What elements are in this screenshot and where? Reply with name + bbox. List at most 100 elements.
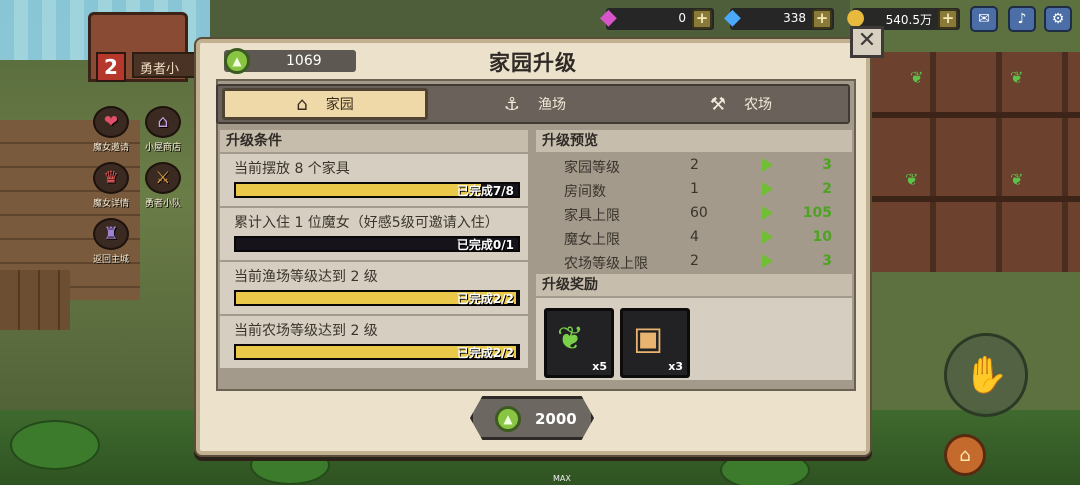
condition-text: 当前摆放 8 个家具 bbox=[234, 161, 350, 177]
condition-text: 当前渔场等级达到 2 级 bbox=[234, 269, 378, 285]
return-castle-button[interactable]: ♜ 返回主城 bbox=[88, 218, 134, 265]
settings-gear-icon[interactable]: ⚙ bbox=[1044, 6, 1072, 32]
sprout-icon: ❦ bbox=[905, 170, 919, 189]
sprout-seed-icon: ❦ bbox=[557, 319, 584, 357]
condition-progress-bar: 已完成0/1 bbox=[234, 236, 520, 252]
upgrade-point-icon: ▲ bbox=[495, 406, 521, 432]
cabin-shop-button[interactable]: ⌂ 小屋商店 bbox=[140, 106, 186, 153]
preview-current: 60 bbox=[690, 205, 708, 221]
blue-gem-add-button[interactable]: + bbox=[812, 9, 832, 29]
heart-letter-icon: ❤ bbox=[93, 106, 129, 138]
side-button-label: 勇者小队 bbox=[144, 199, 181, 209]
preview-row: 家具上限 60 105 bbox=[536, 202, 852, 226]
side-button-label: 返回主城 bbox=[92, 255, 129, 265]
castle-icon: ♜ bbox=[93, 218, 129, 250]
witch-icon: ♛ bbox=[93, 162, 129, 194]
witch-detail-button[interactable]: ♛ 魔女详情 bbox=[88, 162, 134, 209]
tab-label: 家园 bbox=[325, 97, 354, 113]
pink-gem-icon: ◆ bbox=[600, 5, 617, 30]
max-label: MAX bbox=[553, 474, 571, 483]
preview-current: 2 bbox=[690, 253, 699, 269]
condition-progress-bar: 已完成2/2 bbox=[234, 344, 520, 360]
play-arrow-icon bbox=[762, 230, 773, 244]
side-button-label: 小屋商店 bbox=[144, 143, 181, 153]
hero-squad-button[interactable]: ⚔ 勇者小队 bbox=[140, 162, 186, 209]
bush bbox=[10, 420, 100, 470]
mail-icon[interactable]: ✉ bbox=[970, 6, 998, 32]
sprout-icon: ❦ bbox=[1010, 170, 1024, 189]
progress-text: 已完成2/2 bbox=[456, 346, 514, 360]
preview-label: 家具上限 bbox=[564, 208, 620, 224]
category-tabs: ⌂ 家园 ⚓ 渔场 ⚒ 农场 bbox=[216, 84, 850, 124]
preview-next: 2 bbox=[822, 181, 832, 197]
farm-row-divider bbox=[870, 112, 1080, 118]
sound-icon[interactable]: ♪ bbox=[1008, 6, 1036, 32]
play-arrow-icon bbox=[762, 254, 773, 268]
preview-header: 升级预览 bbox=[536, 130, 852, 152]
play-arrow-icon bbox=[762, 158, 773, 172]
upgrade-button[interactable]: ▲ 2000 bbox=[470, 396, 594, 440]
tab-fishery[interactable]: ⚓ 渔场 bbox=[432, 88, 638, 120]
progress-text: 已完成2/2 bbox=[456, 292, 514, 306]
side-button-label: 魔女邀请 bbox=[92, 143, 129, 153]
progress-text: 已完成7/8 bbox=[456, 184, 514, 198]
upgrade-preview-list[interactable]: 家园等级 2 3 房间数 1 2 家具上限 60 105 魔女上限 4 10 农… bbox=[536, 154, 852, 270]
bg-farm-plots bbox=[870, 52, 1080, 272]
gold-add-button[interactable]: + bbox=[938, 9, 958, 29]
condition-item: 当前摆放 8 个家具 已完成7/8 bbox=[220, 154, 528, 206]
preview-label: 家园等级 bbox=[564, 160, 620, 176]
grab-hand-button[interactable]: ✋ bbox=[944, 333, 1028, 417]
reward-item[interactable]: ▣ x3 bbox=[620, 308, 690, 378]
preview-row: 家园等级 2 3 bbox=[536, 154, 852, 178]
condition-text: 当前农场等级达到 2 级 bbox=[234, 323, 378, 339]
condition-item: 当前农场等级达到 2 级 已完成2/2 bbox=[220, 316, 528, 368]
shop-icon: ⌂ bbox=[145, 106, 181, 138]
knight-icon: ⚔ bbox=[145, 162, 181, 194]
sprout-icon: ❦ bbox=[1010, 68, 1024, 87]
preview-row: 农场等级上限 2 3 bbox=[536, 250, 852, 270]
reward-item[interactable]: ❦ x5 bbox=[544, 308, 614, 378]
upgrade-cost: 2000 bbox=[535, 410, 577, 428]
condition-progress-bar: 已完成2/2 bbox=[234, 290, 520, 306]
reward-count: x5 bbox=[592, 360, 607, 373]
preview-row: 魔女上限 4 10 bbox=[536, 226, 852, 250]
play-arrow-icon bbox=[762, 206, 773, 220]
hand-icon: ✋ bbox=[963, 355, 1009, 396]
preview-current: 2 bbox=[690, 157, 699, 173]
current-points-display: ▲ 1069 bbox=[224, 48, 356, 74]
preview-next: 105 bbox=[802, 205, 832, 221]
tab-home[interactable]: ⌂ 家园 bbox=[222, 88, 428, 120]
gold-value: 540.5万 bbox=[885, 13, 932, 27]
progress-fill bbox=[236, 184, 483, 196]
condition-progress-bar: 已完成7/8 bbox=[234, 182, 520, 198]
preview-label: 农场等级上限 bbox=[564, 256, 648, 270]
condition-item: 累计入住 1 位魔女（好感5级可邀请入住） 已完成0/1 bbox=[220, 208, 528, 260]
house-name-tag: 勇者小 bbox=[132, 52, 200, 78]
current-points-value: 1069 bbox=[286, 53, 322, 69]
tab-label: 渔场 bbox=[538, 97, 567, 113]
pink-gem-add-button[interactable]: + bbox=[692, 9, 712, 29]
condition-item: 当前渔场等级达到 2 级 已完成2/2 bbox=[220, 262, 528, 314]
pink-gem-counter: ◆ 0 + bbox=[600, 5, 714, 30]
bush bbox=[720, 450, 810, 485]
upgrade-point-icon: ▲ bbox=[224, 48, 250, 74]
preview-current: 1 bbox=[690, 181, 699, 197]
blue-gem-value: 338 bbox=[783, 11, 806, 25]
reward-count: x3 bbox=[668, 360, 683, 373]
play-arrow-icon bbox=[762, 182, 773, 196]
tab-farm[interactable]: ⚒ 农场 bbox=[638, 88, 844, 120]
farm-row-divider bbox=[870, 196, 1080, 202]
rewards-panel: ❦ x5 ▣ x3 bbox=[536, 298, 852, 380]
preview-next: 3 bbox=[822, 253, 832, 269]
close-button[interactable]: ✕ bbox=[850, 26, 884, 58]
witch-invite-button[interactable]: ❤ 魔女邀请 bbox=[88, 106, 134, 153]
home-icon: ⌂ bbox=[959, 444, 971, 466]
chest-blueprint-icon: ▣ bbox=[633, 319, 664, 357]
preview-row: 房间数 1 2 bbox=[536, 178, 852, 202]
progress-text: 已完成0/1 bbox=[456, 238, 514, 252]
preview-label: 魔女上限 bbox=[564, 232, 620, 248]
house-icon: ⌂ bbox=[296, 93, 308, 115]
home-button[interactable]: ⌂ bbox=[944, 434, 986, 476]
tab-label: 农场 bbox=[744, 97, 773, 113]
shovel-icon: ⚒ bbox=[709, 93, 727, 115]
